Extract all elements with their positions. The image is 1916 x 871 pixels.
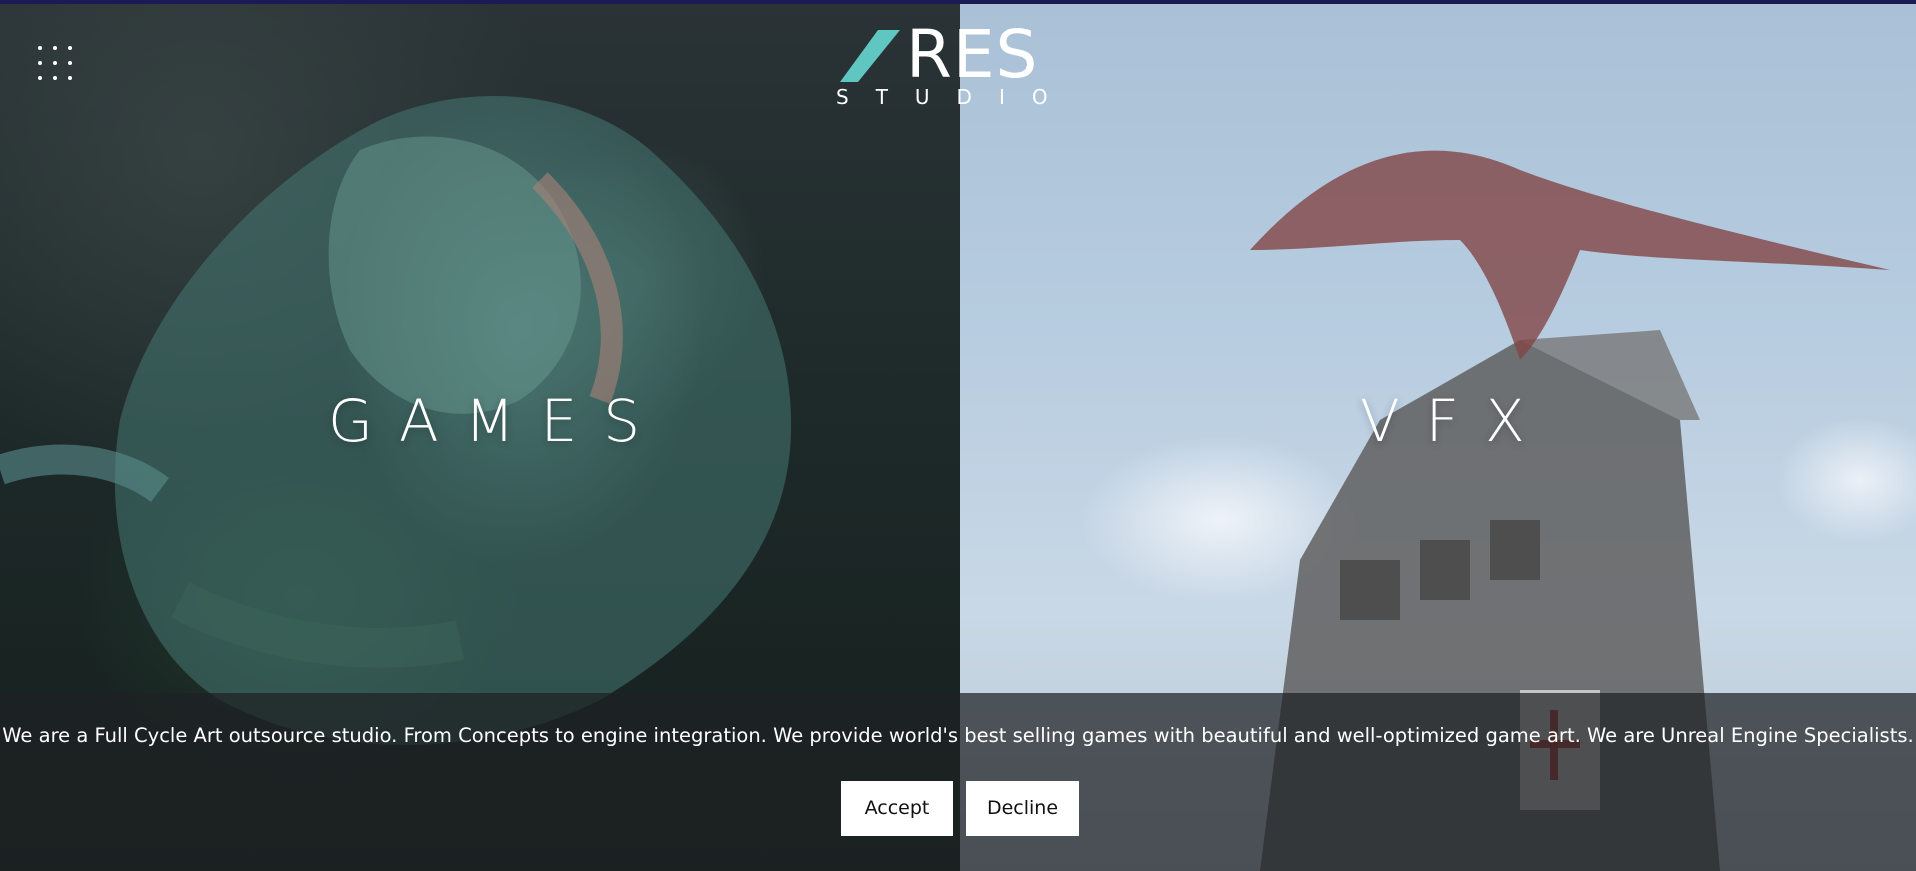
menu-dot bbox=[68, 76, 72, 80]
menu-dot bbox=[38, 76, 42, 80]
menu-dot bbox=[68, 61, 72, 65]
menu-dot bbox=[53, 61, 57, 65]
logo-wordmark: RES bbox=[906, 16, 1039, 93]
top-strip bbox=[0, 0, 1916, 4]
grid-menu-icon[interactable] bbox=[38, 46, 76, 84]
banner-message: We are a Full Cycle Art outsource studio… bbox=[2, 724, 1914, 747]
menu-dot bbox=[53, 76, 57, 80]
menu-dot bbox=[53, 46, 57, 50]
landing-page: GAMES VFX RES STUDIO We are a Full Cycle… bbox=[0, 0, 1916, 871]
ares-studio-logo[interactable]: RES STUDIO bbox=[836, 22, 1086, 109]
logo-tagline: STUDIO bbox=[836, 85, 1075, 109]
menu-dot bbox=[38, 46, 42, 50]
consent-banner: We are a Full Cycle Art outsource studio… bbox=[0, 693, 1916, 871]
menu-dot bbox=[68, 46, 72, 50]
vfx-link[interactable]: VFX bbox=[1360, 388, 1551, 454]
decline-button[interactable]: Decline bbox=[966, 781, 1079, 836]
logo-triangle-icon bbox=[840, 30, 900, 82]
menu-dot bbox=[38, 61, 42, 65]
accept-button[interactable]: Accept bbox=[841, 781, 953, 836]
games-link[interactable]: GAMES bbox=[328, 388, 666, 454]
